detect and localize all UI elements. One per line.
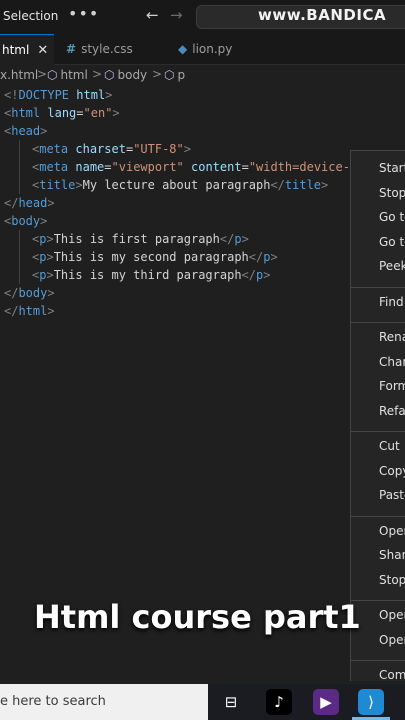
context-menu-item[interactable]: Stop <box>379 186 405 200</box>
code-line: <p>This is my second paragraph</p> <box>32 250 278 264</box>
title-bar: Selection ••• ← → www.BANDICA <box>0 0 405 34</box>
breadcrumb-file[interactable]: x.html <box>0 68 38 82</box>
chevron-right-icon: > <box>92 67 103 81</box>
breadcrumb-p[interactable]: ⬡ p <box>164 68 185 82</box>
context-menu-item[interactable]: Chan <box>379 355 405 369</box>
python-file-icon: ◆ <box>178 42 188 56</box>
video-caption: Html course part1 <box>34 598 361 636</box>
indent-guide <box>19 230 20 284</box>
context-menu-item[interactable]: Peek <box>379 259 405 273</box>
context-menu-item[interactable]: Open <box>379 524 405 538</box>
context-menu-item[interactable]: Comm <box>379 668 405 682</box>
vscode-icon[interactable]: ⟩ <box>358 689 384 715</box>
code-line: <p>This is first paragraph</p> <box>32 232 249 246</box>
code-line: <body> <box>4 214 48 228</box>
symbol-cube-icon: ⬡ <box>47 68 58 82</box>
context-menu-item[interactable]: Go to <box>379 210 405 224</box>
tiktok-icon[interactable]: ♪ <box>266 689 292 715</box>
context-menu-item[interactable]: Cut <box>379 439 400 453</box>
context-menu-item[interactable]: Paste <box>379 488 405 502</box>
code-line: <meta charset="UTF-8"> <box>32 142 191 156</box>
code-line: <meta name="viewport" content="width=dev… <box>32 160 350 174</box>
menu-separator <box>351 431 405 432</box>
windows-taskbar: e here to search ⊟ ♪ ▶ ⟩ <box>0 684 405 720</box>
editor-tabs: html ✕ # style.css ◆ lion.py <box>0 34 405 65</box>
taskbar-search[interactable]: e here to search <box>0 684 208 720</box>
tab-label: html <box>2 43 30 57</box>
code-line: </body> <box>4 286 55 300</box>
symbol-cube-icon: ⬡ <box>104 68 115 82</box>
context-menu-item[interactable]: Rena <box>379 330 405 344</box>
tab-label: lion.py <box>192 42 233 56</box>
breadcrumb-html[interactable]: ⬡ html <box>47 68 88 82</box>
context-menu-item[interactable]: Go to <box>379 235 405 249</box>
context-menu-item[interactable]: Open <box>379 608 405 622</box>
code-line: <!DOCTYPE html> <box>4 88 113 102</box>
context-menu-item[interactable]: Form <box>379 379 405 393</box>
symbol-cube-icon: ⬡ <box>164 68 175 82</box>
css-file-icon: # <box>66 42 77 56</box>
code-line: <html lang="en"> <box>4 106 120 120</box>
tab-lion-py[interactable]: ◆ lion.py <box>178 34 274 64</box>
context-menu-item[interactable]: Find <box>379 295 404 309</box>
tab-style-css[interactable]: # style.css <box>66 34 162 64</box>
breadcrumb-body[interactable]: ⬡ body <box>104 68 147 82</box>
tab-html[interactable]: html ✕ <box>0 34 54 65</box>
indent-guide <box>19 140 20 194</box>
context-menu-item[interactable]: Start <box>379 161 405 175</box>
tab-label: style.css <box>81 42 133 56</box>
code-line: </html> <box>4 304 55 318</box>
code-line: <p>This is my third paragraph</p> <box>32 268 271 282</box>
context-menu-item[interactable]: Stop <box>379 573 405 587</box>
chevron-right-icon: > <box>152 67 163 81</box>
code-line: </head> <box>4 196 55 210</box>
context-menu-item[interactable]: Copy <box>379 464 405 478</box>
forward-arrow-icon[interactable]: → <box>170 6 183 24</box>
code-line: <title>My lecture about paragraph</title… <box>32 178 329 192</box>
context-menu-item[interactable]: Share <box>379 548 405 562</box>
menu-separator <box>351 660 405 661</box>
video-app-icon[interactable]: ▶ <box>313 689 339 715</box>
menu-separator <box>351 322 405 323</box>
recorder-watermark: www.BANDICA <box>258 6 387 24</box>
taskbar-search-text: e here to search <box>0 694 106 709</box>
code-editor[interactable]: <!DOCTYPE html> <html lang="en"> <head> <me… <box>0 86 350 666</box>
back-arrow-icon[interactable]: ← <box>146 6 159 24</box>
close-icon[interactable]: ✕ <box>37 43 48 58</box>
context-menu-item[interactable]: Open <box>379 633 405 647</box>
menu-selection[interactable]: Selection <box>3 9 58 23</box>
more-menu-icon[interactable]: ••• <box>68 4 99 23</box>
menu-separator <box>351 515 405 517</box>
task-view-icon[interactable]: ⊟ <box>218 689 244 715</box>
context-menu-item[interactable]: Refac <box>379 404 405 418</box>
menu-separator <box>351 286 405 288</box>
code-line: <head> <box>4 124 48 138</box>
chevron-right-icon: > <box>37 67 48 81</box>
